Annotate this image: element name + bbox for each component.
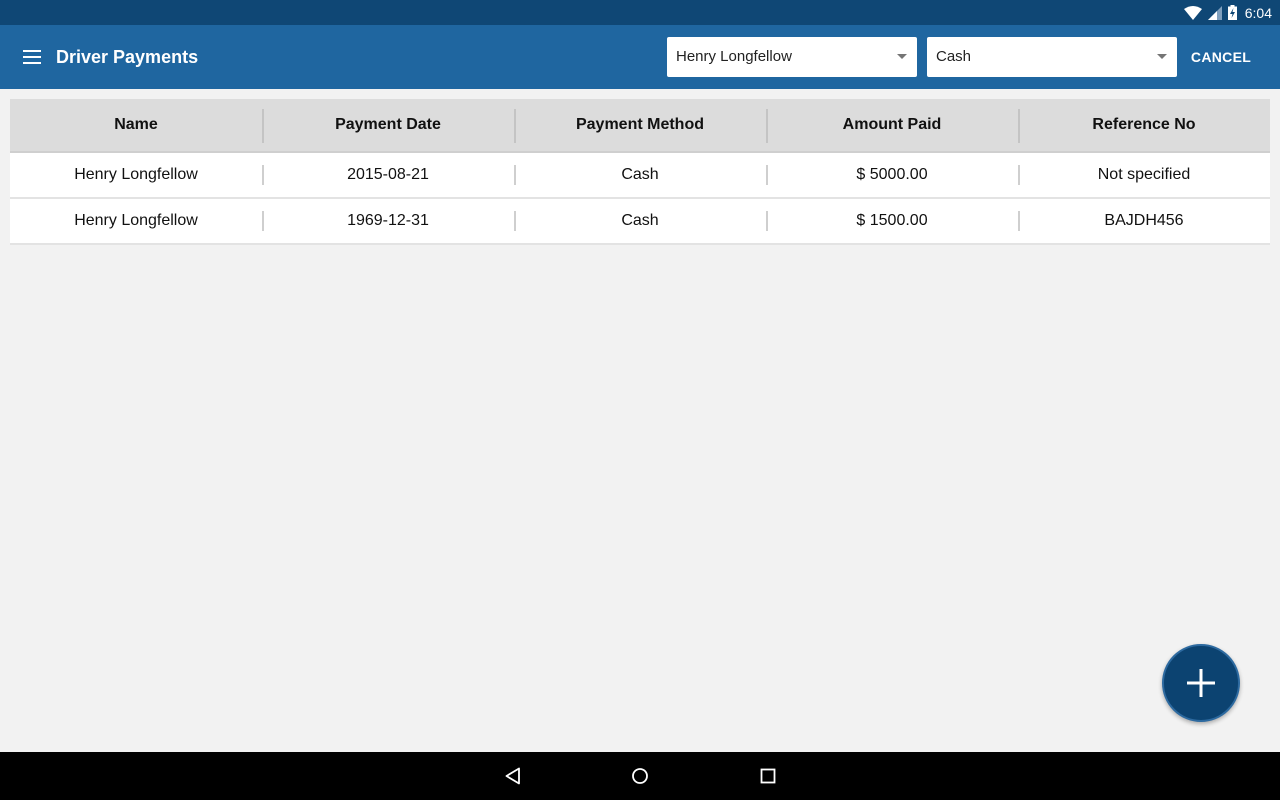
nav-back-button[interactable]: [501, 764, 525, 788]
home-icon: [632, 768, 648, 784]
cell-payment-date: 1969-12-31: [262, 199, 514, 243]
system-nav-bar: [0, 752, 1280, 800]
cancel-button[interactable]: CANCEL: [1186, 37, 1256, 77]
table-row[interactable]: Henry Longfellow 2015-08-21 Cash $ 5000.…: [10, 153, 1270, 199]
column-header-payment-date[interactable]: Payment Date: [262, 99, 514, 151]
cell-payment-method: Cash: [514, 199, 766, 243]
status-time: 6:04: [1244, 4, 1272, 21]
wifi-icon: [1183, 5, 1202, 20]
nav-recents-button[interactable]: [756, 764, 780, 788]
recents-icon: [760, 768, 776, 784]
column-header-payment-method[interactable]: Payment Method: [514, 99, 766, 151]
dropdown-arrow-icon: [897, 54, 907, 59]
back-icon: [505, 767, 520, 785]
cell-amount-paid: $ 1500.00: [766, 199, 1018, 243]
dropdown-arrow-icon: [1157, 54, 1167, 59]
cell-name: Henry Longfellow: [74, 166, 198, 183]
column-header-amount-paid[interactable]: Amount Paid: [766, 99, 1018, 151]
table-row[interactable]: Henry Longfellow 1969-12-31 Cash $ 1500.…: [10, 199, 1270, 245]
payment-method-select-value: Cash: [936, 48, 972, 65]
battery-charging-icon: [1227, 5, 1237, 20]
cell-name: Henry Longfellow: [74, 212, 198, 229]
driver-select-value: Henry Longfellow: [676, 48, 792, 65]
table-header: Name Payment Date Payment Method Amount …: [10, 99, 1270, 153]
plus-icon: [1187, 669, 1215, 697]
driver-select[interactable]: Henry Longfellow: [667, 37, 917, 77]
hamburger-menu-icon: [23, 50, 41, 64]
page-title: Driver Payments: [56, 47, 199, 67]
column-header-reference-no[interactable]: Reference No: [1018, 99, 1270, 151]
status-bar: 6:04: [0, 0, 1280, 25]
payments-table: Name Payment Date Payment Method Amount …: [10, 99, 1270, 245]
column-header-name[interactable]: Name: [10, 99, 262, 151]
menu-button[interactable]: [14, 39, 50, 75]
app-bar: Driver Payments Henry Longfellow Cash CA…: [0, 25, 1280, 89]
add-payment-button[interactable]: [1162, 644, 1240, 722]
cell-payment-date: 2015-08-21: [262, 153, 514, 197]
payment-method-select[interactable]: Cash: [927, 37, 1177, 77]
cell-payment-method: Cash: [514, 153, 766, 197]
cell-reference-no: BAJDH456: [1018, 199, 1270, 243]
cell-reference-no: Not specified: [1018, 153, 1270, 197]
signal-icon: [1207, 5, 1222, 20]
nav-home-button[interactable]: [628, 764, 652, 788]
cell-amount-paid: $ 5000.00: [766, 153, 1018, 197]
